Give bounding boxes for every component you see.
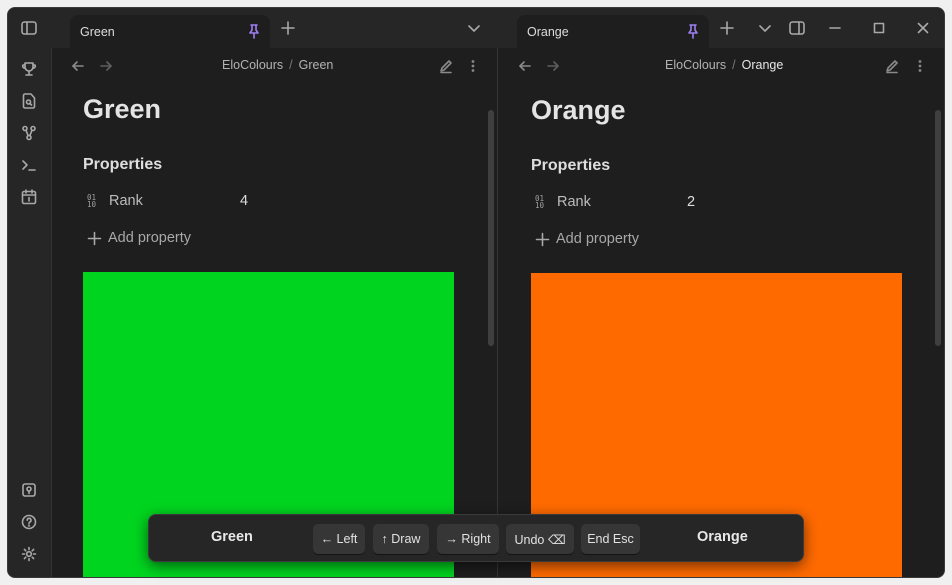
settings-icon[interactable] xyxy=(16,541,42,567)
back-arrow-icon[interactable] xyxy=(68,56,88,76)
tab-green[interactable]: Green xyxy=(70,15,270,48)
right-choice-label: Orange xyxy=(697,529,748,545)
note-title: Green xyxy=(83,94,162,124)
add-property-button[interactable]: Add property xyxy=(87,230,191,246)
right-note-pane: EloColours / Orange Orange Properties 01 10… xyxy=(498,48,944,577)
comparison-toolbar: Green ← Left ↑ Draw → Right Undo ⌫ End E… xyxy=(148,514,804,562)
draw-button[interactable]: ↑ Draw xyxy=(373,524,429,554)
tab-list-chevron-icon[interactable] xyxy=(461,15,487,41)
add-property-label: Add property xyxy=(556,231,640,247)
forward-arrow-icon[interactable] xyxy=(543,56,563,76)
app-window: Green Orange EloColours / Green Green Pr… xyxy=(7,7,945,578)
more-options-icon[interactable] xyxy=(910,56,930,76)
new-tab-icon[interactable] xyxy=(275,15,301,41)
number-property-icon: 01 10 xyxy=(535,194,545,210)
property-key-rank[interactable]: Rank xyxy=(109,193,143,209)
tab-list-chevron-icon[interactable] xyxy=(752,15,778,41)
breadcrumb-separator: / xyxy=(732,58,736,72)
help-icon[interactable] xyxy=(16,509,42,535)
minimize-icon[interactable] xyxy=(822,15,848,41)
end-button[interactable]: End Esc xyxy=(581,524,640,554)
tab-orange[interactable]: Orange xyxy=(517,15,709,48)
file-search-icon[interactable] xyxy=(16,88,42,114)
breadcrumb-note[interactable]: Green xyxy=(299,58,334,72)
scrollbar[interactable] xyxy=(935,110,941,346)
choose-right-button[interactable]: → Right xyxy=(437,524,499,554)
title-bar: Green Orange xyxy=(8,8,944,48)
breadcrumb: EloColours / Orange xyxy=(665,58,783,72)
breadcrumb-separator: / xyxy=(289,58,293,72)
property-key-rank[interactable]: Rank xyxy=(557,194,591,210)
calendar-icon[interactable] xyxy=(16,184,42,210)
breadcrumb: EloColours / Green xyxy=(222,58,333,72)
plus-icon xyxy=(87,231,102,245)
scrollbar[interactable] xyxy=(488,110,494,346)
vault-icon[interactable] xyxy=(16,477,42,503)
terminal-icon[interactable] xyxy=(16,152,42,178)
back-arrow-icon[interactable] xyxy=(515,56,535,76)
undo-button[interactable]: Undo ⌫ xyxy=(506,524,574,554)
plus-icon xyxy=(535,232,550,246)
right-sidebar-toggle-icon[interactable] xyxy=(784,15,810,41)
add-property-label: Add property xyxy=(108,230,192,246)
breadcrumb-note[interactable]: Orange xyxy=(742,58,784,72)
breadcrumb-folder[interactable]: EloColours xyxy=(665,58,726,72)
properties-heading[interactable]: Properties xyxy=(531,157,610,175)
new-tab-icon[interactable] xyxy=(714,15,740,41)
breadcrumb-folder[interactable]: EloColours xyxy=(222,58,283,72)
graph-icon[interactable] xyxy=(16,120,42,146)
properties-heading[interactable]: Properties xyxy=(83,156,162,174)
note-title: Orange xyxy=(531,95,626,125)
choose-left-button[interactable]: ← Left xyxy=(313,524,365,554)
close-icon[interactable] xyxy=(910,15,936,41)
edit-pencil-icon[interactable] xyxy=(882,56,902,76)
ribbon xyxy=(8,48,52,577)
property-value-rank[interactable]: 2 xyxy=(687,194,695,210)
maximize-icon[interactable] xyxy=(866,15,892,41)
edit-pencil-icon[interactable] xyxy=(436,56,456,76)
forward-arrow-icon[interactable] xyxy=(96,56,116,76)
pin-icon[interactable] xyxy=(246,23,262,39)
pin-icon[interactable] xyxy=(685,23,701,39)
tab-label: Green xyxy=(80,24,115,39)
sidebar-toggle-icon[interactable] xyxy=(16,15,42,41)
number-property-icon: 01 10 xyxy=(87,193,97,209)
property-value-rank[interactable]: 4 xyxy=(240,193,248,209)
left-note-pane: EloColours / Green Green Properties 01 10 R… xyxy=(53,48,497,577)
left-choice-label: Green xyxy=(211,529,253,545)
tab-label: Orange xyxy=(527,24,569,39)
trophy-icon[interactable] xyxy=(16,56,42,82)
more-options-icon[interactable] xyxy=(463,56,483,76)
add-property-button[interactable]: Add property xyxy=(535,231,639,247)
